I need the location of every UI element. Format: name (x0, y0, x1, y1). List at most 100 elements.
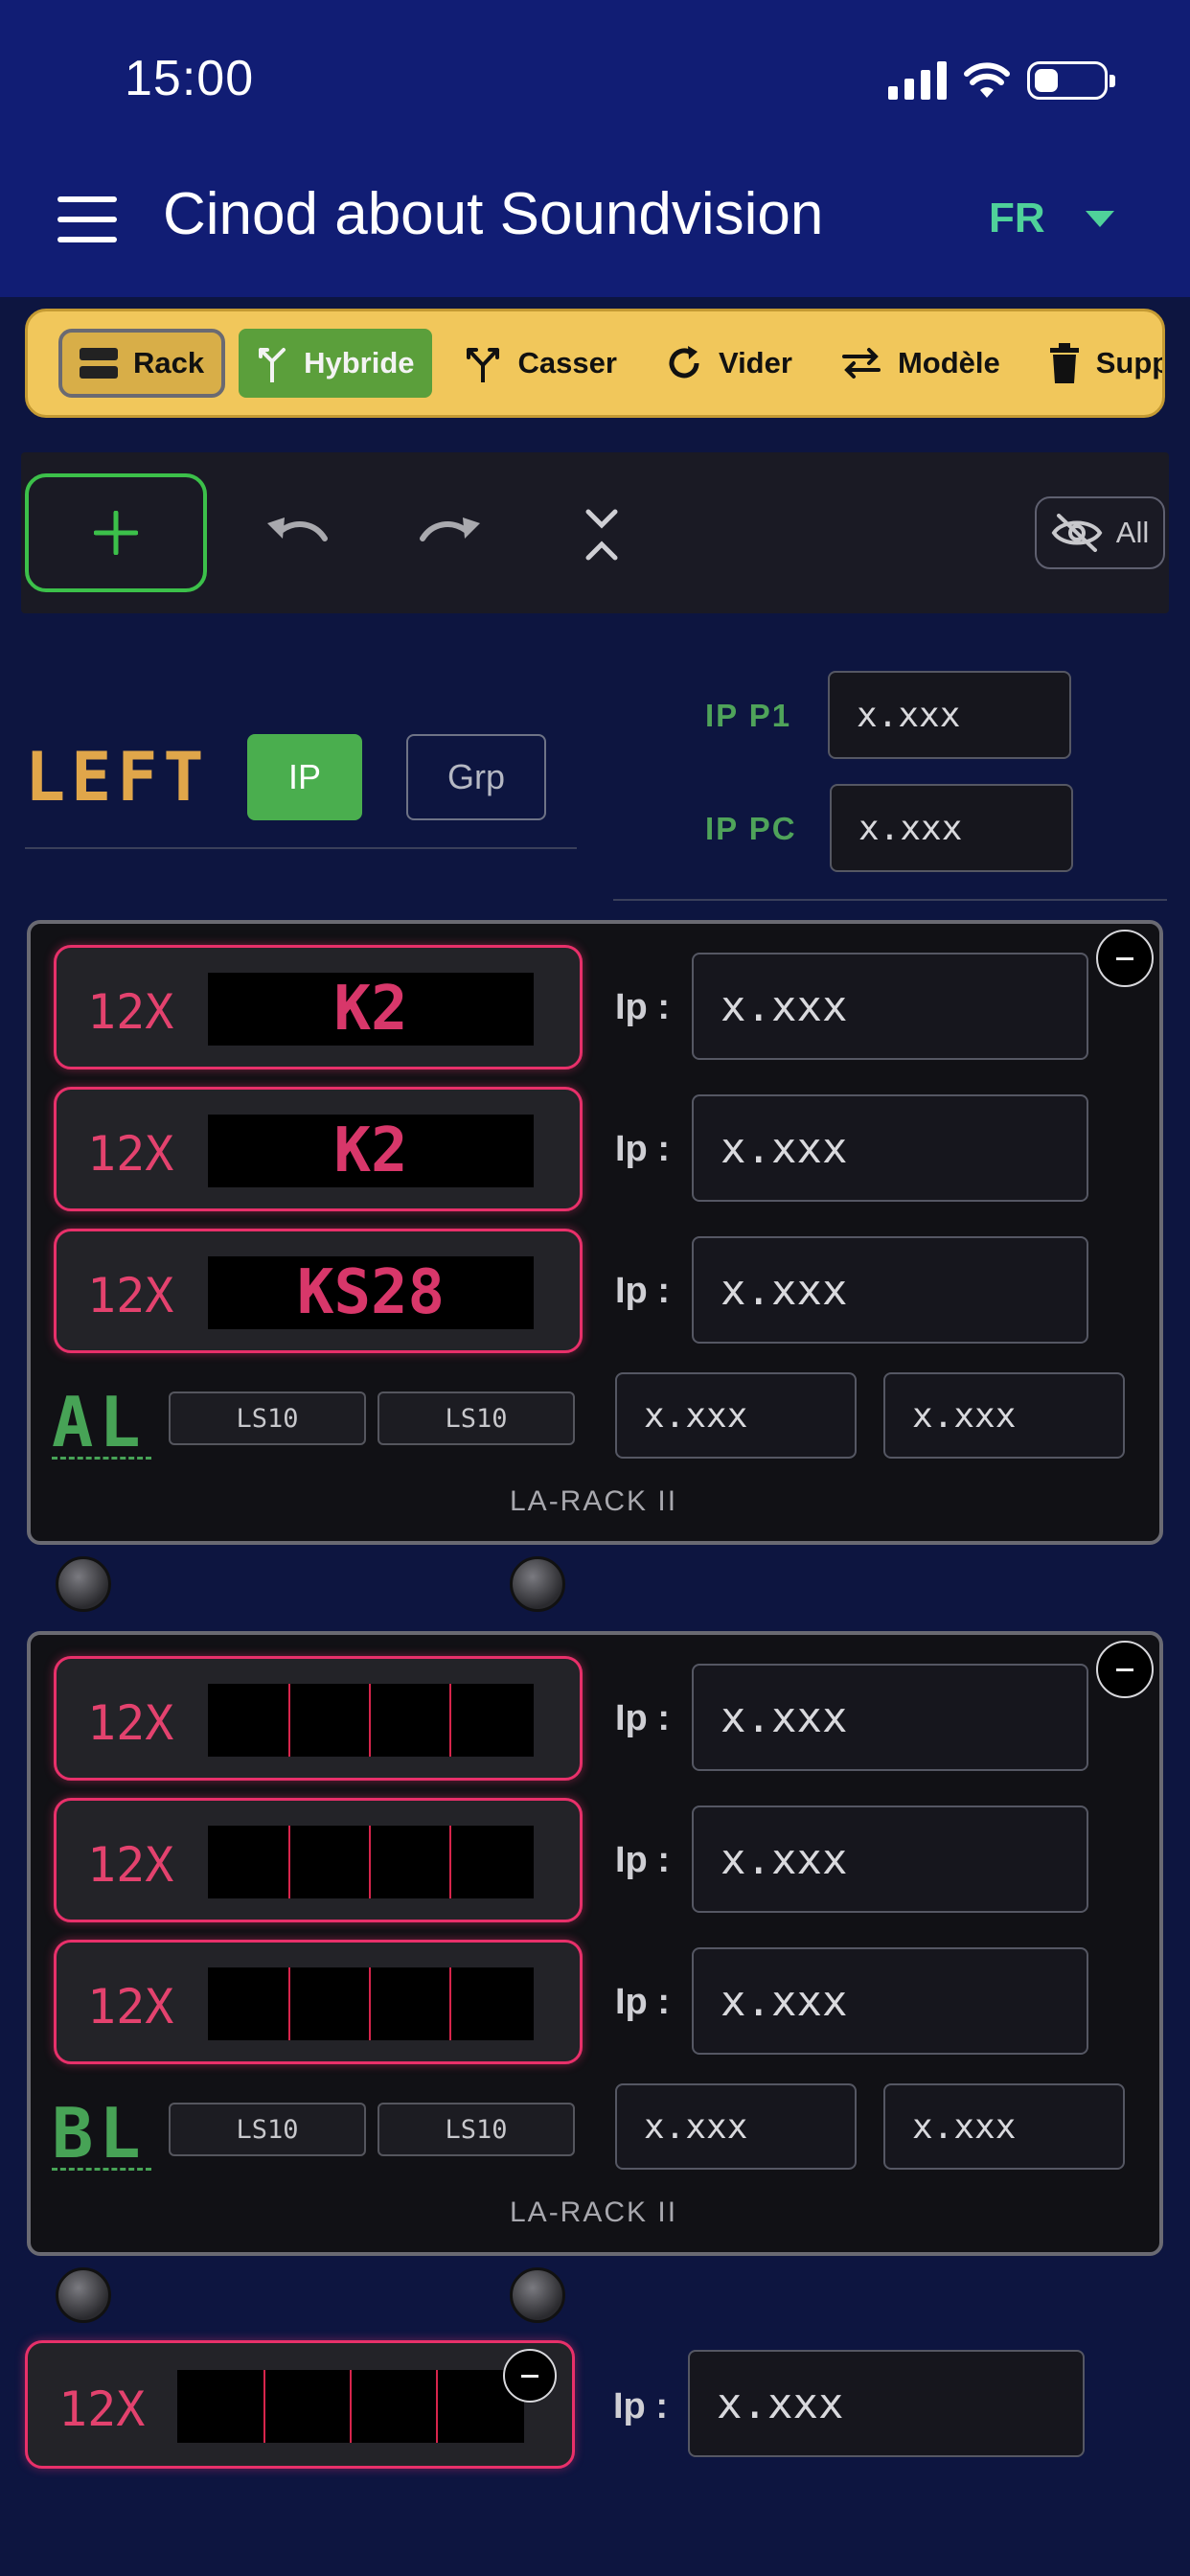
ls-controller[interactable]: LS10 (169, 1392, 366, 1445)
ip-label: Ip : (615, 1982, 670, 2022)
show-all-button[interactable]: All (1035, 496, 1165, 569)
slot-count: 12X (58, 2381, 146, 2437)
speaker-slot[interactable]: 12X K2 (54, 1087, 583, 1211)
minus-icon (1116, 956, 1133, 960)
toolbar: Rack Hybride Casser Vider Modèle Suppr (25, 309, 1165, 418)
language-select[interactable]: FR (989, 195, 1045, 242)
slot-ip-input[interactable]: x.xxx (692, 1664, 1088, 1771)
slot-ip-input[interactable]: x.xxx (688, 2350, 1085, 2457)
rack-letter: AL (52, 1382, 147, 1462)
slot-empty-box (177, 2370, 524, 2443)
rack-letter-underline (52, 2168, 151, 2171)
slot-ip-input[interactable]: x.xxx (692, 953, 1088, 1060)
rack-button[interactable]: Rack (58, 329, 226, 398)
hybrid-icon (259, 348, 286, 382)
extra-ip-input[interactable]: x.xxx (615, 1372, 857, 1459)
hybride-button[interactable]: Hybride (239, 329, 432, 398)
divider (25, 847, 577, 849)
ip-pc-label: IP PC (705, 811, 797, 846)
slot-count: 12X (87, 1126, 174, 1182)
slot-model-box: K2 (208, 973, 534, 1046)
plus-icon (94, 511, 138, 555)
remove-slot-button[interactable] (503, 2349, 557, 2403)
status-time: 15:00 (125, 51, 255, 106)
ls-controller[interactable]: LS10 (378, 2103, 575, 2156)
undo-button[interactable] (259, 508, 335, 562)
speaker-slot[interactable]: 12X K2 (54, 945, 583, 1070)
slot-empty-box (208, 1684, 534, 1757)
slot-ip-input[interactable]: x.xxx (692, 1947, 1088, 2055)
loose-speaker-slot[interactable]: 12X (25, 2340, 575, 2469)
refresh-icon (669, 346, 699, 379)
rack-type: LA-RACK II (510, 1485, 678, 1517)
hamburger-menu-icon[interactable] (57, 196, 117, 242)
casser-button[interactable]: Casser (446, 329, 634, 398)
swap-icon (841, 348, 881, 379)
casser-label: Casser (517, 346, 617, 380)
extra-ip-input[interactable]: x.xxx (883, 2083, 1125, 2170)
eye-off-icon (1051, 514, 1103, 552)
divider (613, 899, 1167, 901)
grp-toggle[interactable]: Grp (406, 734, 546, 820)
trash-icon (1049, 343, 1079, 383)
suppr-button[interactable]: Suppr (1031, 329, 1162, 398)
speaker-slot[interactable]: 12X KS28 (54, 1229, 583, 1353)
speaker-slot[interactable]: 12X (54, 1798, 583, 1922)
slot-model: K2 (333, 1116, 408, 1186)
undo-icon (267, 518, 328, 541)
app-title: Cinod about Soundvision (163, 181, 824, 247)
modele-label: Modèle (897, 346, 1000, 380)
slot-empty-box (208, 1967, 534, 2040)
slot-model: KS28 (296, 1257, 446, 1328)
ls-controller[interactable]: LS10 (378, 1392, 575, 1445)
slot-count: 12X (87, 1268, 174, 1323)
ip-label: Ip : (615, 1840, 670, 1880)
slot-ip-input[interactable]: x.xxx (692, 1236, 1088, 1344)
extra-ip-input[interactable]: x.xxx (883, 1372, 1125, 1459)
rack-icon (80, 348, 118, 379)
rack-letter: BL (52, 2093, 147, 2174)
speaker-slot[interactable]: 12X (54, 1940, 583, 2064)
vider-button[interactable]: Vider (648, 329, 810, 398)
ip-label: Ip : (615, 1698, 670, 1738)
add-button[interactable] (25, 473, 207, 592)
speaker-slot[interactable]: 12X (54, 1656, 583, 1781)
modele-button[interactable]: Modèle (823, 329, 1018, 398)
remove-rack-button[interactable] (1096, 930, 1154, 987)
wifi-icon (964, 62, 1010, 98)
split-icon (466, 348, 499, 382)
rack-knob (510, 2267, 565, 2323)
app-bar (0, 0, 1190, 297)
ip-p1-input[interactable]: x.xxx (828, 671, 1071, 759)
slot-count: 12X (87, 984, 174, 1040)
slot-count: 12X (87, 1695, 174, 1751)
status-icons (888, 59, 1115, 102)
remove-rack-button[interactable] (1096, 1641, 1154, 1698)
ip-pc-input[interactable]: x.xxx (830, 784, 1073, 872)
rack-letter-underline (52, 1457, 151, 1460)
slot-model-box: K2 (208, 1115, 534, 1187)
slot-ip-input[interactable]: x.xxx (692, 1806, 1088, 1913)
ip-label: Ip : (615, 987, 670, 1027)
ip-label: Ip : (613, 2386, 668, 2426)
redo-button[interactable] (412, 508, 489, 562)
caret-down-icon[interactable] (1086, 211, 1114, 227)
slot-empty-box (208, 1826, 534, 1898)
rack-knob (510, 1556, 565, 1612)
rack-al: 12X K2 Ip : x.xxx 12X K2 Ip : x.xxx 12X … (27, 920, 1163, 1545)
rack-type: LA-RACK II (510, 2196, 678, 2228)
slot-ip-input[interactable]: x.xxx (692, 1094, 1088, 1202)
slot-model-box: KS28 (208, 1256, 534, 1329)
all-label: All (1115, 516, 1150, 549)
ip-label: Ip : (615, 1129, 670, 1169)
collapse-icon (585, 509, 618, 561)
collapse-button[interactable] (575, 500, 629, 569)
ls-controller[interactable]: LS10 (169, 2103, 366, 2156)
vider-label: Vider (718, 346, 792, 380)
slot-count: 12X (87, 1837, 174, 1893)
minus-icon (521, 2374, 538, 2378)
signal-icon (888, 61, 947, 100)
ip-label: Ip : (615, 1271, 670, 1311)
extra-ip-input[interactable]: x.xxx (615, 2083, 857, 2170)
ip-toggle[interactable]: IP (247, 734, 362, 820)
